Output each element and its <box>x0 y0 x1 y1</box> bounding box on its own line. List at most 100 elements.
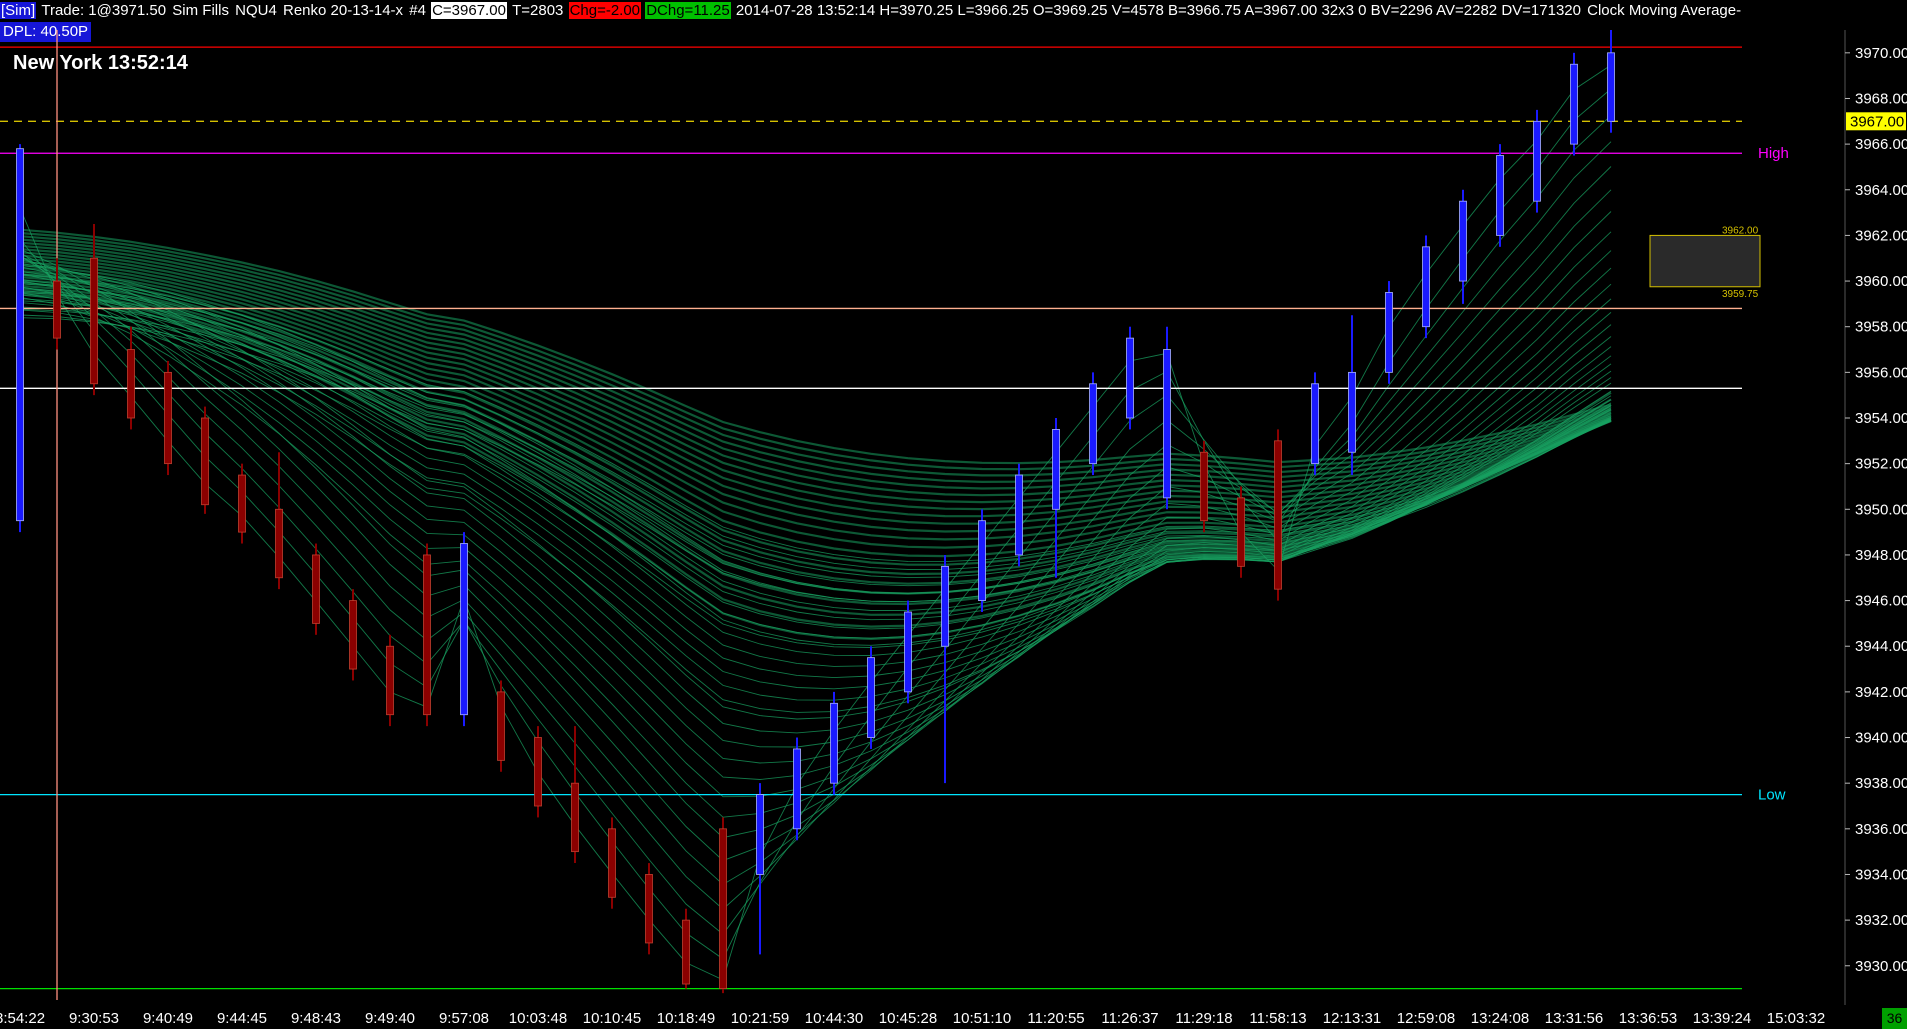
bar-body <box>571 782 579 853</box>
up-bar <box>1607 30 1615 133</box>
x-tick-label: 9:44:45 <box>217 1010 267 1027</box>
up-bar <box>904 600 912 704</box>
up-bar <box>1533 109 1541 213</box>
up-bar <box>1570 52 1578 156</box>
down-bar <box>423 543 431 727</box>
bar-body <box>941 565 949 647</box>
bar-body <box>682 919 690 985</box>
bar-body <box>1385 292 1393 373</box>
x-tick-label: 12:13:31 <box>1323 1010 1381 1027</box>
bar-body <box>867 657 875 738</box>
y-tick-label: 3946.00 <box>1855 593 1907 610</box>
down-bar <box>534 726 542 818</box>
x-tick-label: 13:39:24 <box>1693 1010 1751 1027</box>
x-tick-label: 9:40:49 <box>143 1010 193 1027</box>
bar-body <box>423 554 431 716</box>
bar-body <box>1422 246 1430 328</box>
up-bar <box>16 144 24 533</box>
up-bar <box>941 554 949 784</box>
bar-body <box>1163 349 1171 499</box>
bar-body <box>275 508 283 579</box>
y-tick-label: 3964.00 <box>1855 182 1907 199</box>
y-tick-label: 3934.00 <box>1855 866 1907 883</box>
y-tick-label: 3966.00 <box>1855 136 1907 153</box>
bar-body <box>312 554 320 624</box>
down-bar <box>238 463 246 544</box>
up-bar <box>460 532 468 727</box>
bar-body <box>90 257 98 385</box>
bar-body <box>349 600 357 670</box>
down-bar <box>275 452 283 590</box>
y-tick-label: 3960.00 <box>1855 273 1907 290</box>
bar-body <box>1533 120 1541 202</box>
bar-body <box>1089 383 1097 465</box>
clock-label: New York 13:52:14 <box>13 52 188 74</box>
down-bar <box>608 817 616 909</box>
corner-badge: 36 <box>1882 1008 1907 1029</box>
down-bar <box>127 326 135 430</box>
x-tick-label: 13:36:53 <box>1619 1010 1677 1027</box>
last-price-label: 3967.00 <box>1850 113 1904 130</box>
x-tick-label: 10:21:59 <box>731 1010 789 1027</box>
ribbon-line <box>19 309 1612 713</box>
x-tick-label: 9:48:43 <box>291 1010 341 1027</box>
up-bar <box>1385 281 1393 384</box>
up-bar <box>1459 189 1467 304</box>
x-tick-label: 10:18:49 <box>657 1010 715 1027</box>
x-tick-label: 13:31:56 <box>1545 1010 1603 1027</box>
y-tick-label: 3940.00 <box>1855 730 1907 747</box>
y-tick-label: 3936.00 <box>1855 821 1907 838</box>
bar-body <box>53 280 61 339</box>
y-tick-label: 3952.00 <box>1855 456 1907 473</box>
down-bar <box>1237 486 1245 578</box>
y-tick-label: 3930.00 <box>1855 958 1907 975</box>
horizontal-lines: High Low 3962.00 3959.75 <box>0 30 1789 1000</box>
y-tick-label: 3956.00 <box>1855 364 1907 381</box>
bar-body <box>1348 371 1356 453</box>
moving-average-ribbon <box>19 64 1612 981</box>
bar-body <box>904 611 912 693</box>
y-tick-label: 3962.00 <box>1855 227 1907 244</box>
up-bar <box>1422 235 1430 339</box>
price-chart[interactable]: High Low 3962.00 3959.75 3930.00 3932.00 3934… <box>0 0 1907 1029</box>
x-tick-label: 11:20:55 <box>1027 1010 1084 1027</box>
y-tick-label: 3954.00 <box>1855 410 1907 427</box>
bar-body <box>1496 155 1504 236</box>
bar-body <box>1015 474 1023 556</box>
down-bar <box>1274 429 1282 601</box>
x-tick-label: 15:03:32 <box>1767 1010 1825 1027</box>
y-tick-label: 3944.00 <box>1855 638 1907 655</box>
up-bar <box>1089 372 1097 476</box>
bar-body <box>608 828 616 898</box>
range-box <box>1649 234 1761 288</box>
bar-body <box>719 828 727 989</box>
ribbon-line <box>19 273 1612 603</box>
y-tick-label: 3948.00 <box>1855 547 1907 564</box>
bar-body <box>127 349 135 419</box>
down-bar <box>201 406 209 514</box>
x-tick-label: 11:29:18 <box>1175 1010 1232 1027</box>
bar-body <box>201 417 209 506</box>
bar-body <box>238 474 246 533</box>
up-bar <box>1015 463 1023 567</box>
bar-body <box>1570 63 1578 145</box>
x-tick-label: 12:59:08 <box>1397 1010 1455 1027</box>
x-tick-label: 9:57:08 <box>439 1010 489 1027</box>
x-tick-label: 9:30:53 <box>69 1010 119 1027</box>
down-bar <box>682 908 690 989</box>
bar-body <box>1274 440 1282 590</box>
bar-body <box>756 794 764 875</box>
bar-body <box>1200 451 1208 522</box>
down-bar <box>497 680 505 772</box>
x-tick-label: 10:51:10 <box>953 1010 1011 1027</box>
up-bar <box>1311 372 1319 476</box>
x-tick-label: 10:03:48 <box>509 1010 567 1027</box>
ribbon-band-line <box>19 278 1612 585</box>
up-bar <box>756 783 764 955</box>
bar-body <box>460 543 468 716</box>
bar-body <box>793 748 801 830</box>
up-bar <box>793 737 801 841</box>
down-bar <box>312 543 320 635</box>
ribbon-band-line <box>19 235 1612 477</box>
bar-body <box>978 520 986 601</box>
